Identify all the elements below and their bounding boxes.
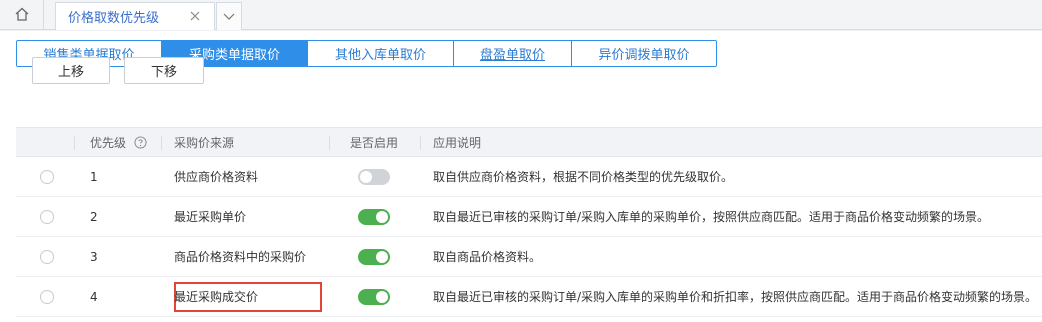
- source-cell: 商品价格资料中的采购价: [174, 250, 307, 264]
- chevron-down-icon: [223, 10, 235, 24]
- table-row[interactable]: 4 最近采购成交价 取自最近已审核的采购订单/采购入库单的采购单价和折扣率，按照…: [16, 277, 1042, 317]
- radio-button[interactable]: [40, 249, 54, 264]
- table-row[interactable]: 1 供应商价格资料 取自供应商价格资料，根据不同价格类型的优先级取价。: [16, 157, 1042, 197]
- enabled-toggle[interactable]: [358, 288, 390, 305]
- top-tab-bar: 价格取数优先级: [0, 0, 1042, 30]
- priority-cell: 1: [90, 169, 98, 184]
- toggle-knob: [376, 250, 388, 263]
- enabled-cell: [358, 157, 390, 196]
- column-divider: [74, 136, 75, 150]
- tab-other-inbound[interactable]: 其他入库单取价: [308, 41, 454, 66]
- enabled-toggle[interactable]: [358, 168, 390, 185]
- table-header: 优先级 采购价来源 是否启用 应用说明: [16, 127, 1042, 157]
- table-row[interactable]: 3 商品价格资料中的采购价 取自商品价格资料。: [16, 237, 1042, 277]
- description-cell: 取自商品价格资料。: [433, 250, 542, 264]
- enabled-toggle[interactable]: [358, 208, 390, 225]
- tab-more-button[interactable]: [216, 2, 242, 30]
- toggle-knob: [376, 210, 388, 223]
- source-cell: 最近采购单价: [174, 210, 247, 224]
- tab-transfer-price[interactable]: 异价调拨单取价: [572, 41, 716, 66]
- description-cell: 取自供应商价格资料，根据不同价格类型的优先级取价。: [433, 170, 734, 184]
- radio-button[interactable]: [40, 289, 54, 304]
- enabled-cell: [358, 197, 390, 236]
- tab-price-priority-label: 价格取数优先级: [68, 11, 160, 26]
- header-priority: 优先级: [90, 128, 147, 157]
- header-priority-label: 优先级: [90, 136, 127, 150]
- move-down-button[interactable]: 下移: [124, 57, 204, 84]
- priority-cell: 2: [90, 209, 98, 224]
- header-source: 采购价来源: [174, 136, 235, 150]
- description-cell: 取自最近已审核的采购订单/采购入库单的采购单价，按照供应商匹配。适用于商品价格变…: [433, 210, 990, 224]
- source-cell: 最近采购成交价: [174, 290, 259, 304]
- document-type-tabs: 销售类单据取价 采购类单据取价 其他入库单取价 盘盈单取价 异价调拨单取价: [16, 40, 717, 67]
- priority-cell: 4: [90, 289, 98, 304]
- row-radio[interactable]: [40, 237, 54, 276]
- toggle-knob: [360, 170, 372, 183]
- radio-button[interactable]: [40, 209, 54, 224]
- table-row[interactable]: 2 最近采购单价 取自最近已审核的采购订单/采购入库单的采购单价，按照供应商匹配…: [16, 197, 1042, 237]
- column-divider: [161, 136, 162, 150]
- radio-button[interactable]: [40, 169, 54, 184]
- header-description: 应用说明: [433, 136, 482, 150]
- priority-cell: 3: [90, 249, 98, 264]
- row-radio[interactable]: [40, 157, 54, 196]
- row-radio[interactable]: [40, 277, 54, 316]
- description-cell: 取自最近已审核的采购订单/采购入库单的采购单价和折扣率，按照供应商匹配。适用于商…: [433, 290, 1038, 304]
- row-radio[interactable]: [40, 197, 54, 236]
- column-divider: [329, 136, 330, 150]
- enabled-toggle[interactable]: [358, 248, 390, 265]
- toggle-knob: [376, 290, 388, 303]
- move-up-button[interactable]: 上移: [32, 57, 110, 84]
- source-cell: 供应商价格资料: [174, 170, 259, 184]
- help-circle-icon[interactable]: [134, 136, 147, 149]
- home-button[interactable]: [0, 0, 44, 30]
- tab-price-priority[interactable]: 价格取数优先级: [55, 2, 215, 30]
- header-enabled: 是否启用: [350, 136, 399, 150]
- tab-inventory-surplus[interactable]: 盘盈单取价: [454, 41, 572, 66]
- close-icon[interactable]: [188, 9, 202, 23]
- enabled-cell: [358, 237, 390, 276]
- enabled-cell: [358, 277, 390, 316]
- home-icon: [14, 6, 30, 25]
- priority-table: 优先级 采购价来源 是否启用 应用说明 1 供应商价格资料 取自供应商价格资料，…: [16, 127, 1042, 317]
- column-divider: [420, 136, 421, 150]
